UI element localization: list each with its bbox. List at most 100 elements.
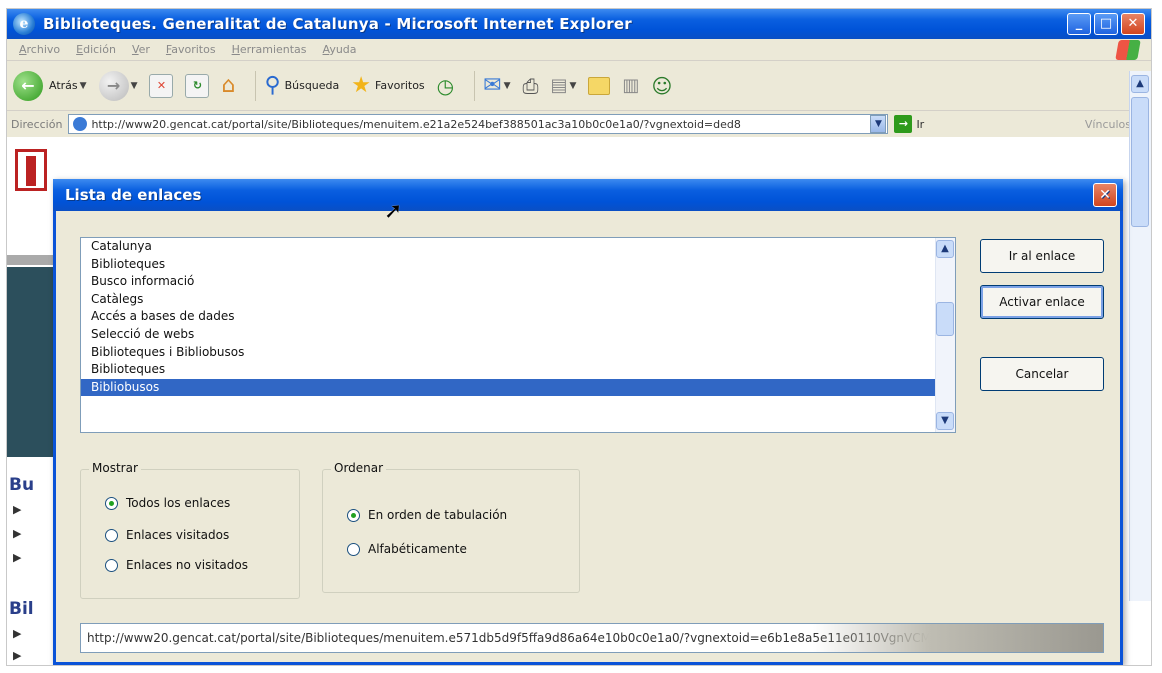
radio-indicator bbox=[105, 496, 118, 510]
history-button[interactable]: ◷ bbox=[437, 74, 454, 98]
search-button[interactable]: ⚲ Búsqueda bbox=[264, 73, 339, 98]
forward-button[interactable]: → ▼ bbox=[98, 70, 138, 101]
address-bar: Dirección http://www20.gencat.cat/portal… bbox=[7, 111, 1151, 137]
maximize-button[interactable]: □ bbox=[1094, 13, 1118, 35]
order-group-label: Ordenar bbox=[331, 461, 387, 475]
radio-unvisited-links[interactable]: Enlaces no visitados bbox=[105, 558, 248, 572]
favorites-star-icon: ★ bbox=[351, 73, 372, 98]
link-list-item[interactable]: Biblioteques i Bibliobusos bbox=[81, 344, 937, 362]
listbox-scroll-up-icon[interactable]: ▲ bbox=[936, 240, 954, 258]
back-arrow-icon: ← bbox=[13, 70, 43, 101]
mail-dropdown-icon: ▼ bbox=[503, 80, 511, 91]
favorites-button[interactable]: ★ Favoritos bbox=[351, 73, 424, 98]
links-list-dialog: Lista de enlaces ✕ ➚ Catalunya Bibliotequ… bbox=[53, 179, 1123, 665]
refresh-button[interactable]: ↻ bbox=[185, 73, 210, 98]
link-list-item[interactable]: Biblioteques bbox=[81, 256, 937, 274]
mail-button[interactable]: ✉ ▼ bbox=[483, 73, 510, 98]
research-button[interactable]: ▥ bbox=[622, 75, 639, 96]
radio-tab-order[interactable]: En orden de tabulación bbox=[347, 508, 507, 522]
menu-herramientas[interactable]: Herramientas bbox=[224, 43, 315, 56]
generalitat-logo bbox=[15, 149, 47, 191]
selected-link-url-field[interactable]: http://www20.gencat.cat/portal/site/Bibl… bbox=[80, 623, 1104, 653]
link-list-item[interactable]: Biblioteques bbox=[81, 361, 937, 379]
go-button[interactable]: Ir bbox=[916, 118, 924, 131]
radio-label: Enlaces visitados bbox=[126, 528, 230, 542]
link-list-item[interactable]: Busco informació bbox=[81, 273, 937, 291]
forward-dropdown-icon: ▼ bbox=[130, 80, 138, 91]
home-icon: ⌂ bbox=[221, 73, 236, 98]
bullet-arrow-icon: ▶ bbox=[13, 527, 22, 540]
address-input[interactable]: http://www20.gencat.cat/portal/site/Bibl… bbox=[68, 114, 889, 134]
forward-arrow-icon: → bbox=[98, 70, 129, 101]
dialog-close-button[interactable]: ✕ bbox=[1093, 183, 1117, 207]
back-label: Atrás bbox=[49, 79, 78, 92]
radio-indicator bbox=[105, 528, 118, 542]
window-close-button[interactable]: ✕ bbox=[1121, 13, 1145, 35]
menu-ver[interactable]: Ver bbox=[124, 43, 158, 56]
back-dropdown-icon: ▼ bbox=[79, 80, 87, 91]
windows-flag-icon bbox=[1115, 40, 1141, 60]
bullet-arrow-icon: ▶ bbox=[13, 627, 22, 640]
address-label: Dirección bbox=[11, 117, 63, 131]
link-list-item[interactable]: Catàlegs bbox=[81, 291, 937, 309]
bullet-arrow-icon: ▶ bbox=[13, 649, 22, 662]
listbox-scroll-thumb[interactable] bbox=[936, 302, 954, 336]
radio-indicator bbox=[347, 542, 360, 556]
address-dropdown-icon[interactable]: ▼ bbox=[870, 115, 887, 133]
history-icon: ◷ bbox=[436, 73, 455, 98]
link-list-item[interactable]: Catalunya bbox=[81, 238, 937, 256]
folder-button[interactable] bbox=[588, 76, 611, 95]
menu-favoritos[interactable]: Favoritos bbox=[158, 43, 224, 56]
radio-indicator bbox=[105, 558, 118, 572]
back-button[interactable]: ← Atrás ▼ bbox=[13, 70, 87, 101]
toolbar-separator bbox=[474, 70, 476, 101]
menu-edicion[interactable]: Edición bbox=[68, 43, 124, 56]
radio-visited-links[interactable]: Enlaces visitados bbox=[105, 528, 229, 542]
ie-logo-icon: e bbox=[13, 13, 35, 35]
ie-title-bar: e Biblioteques. Generalitat de Catalunya… bbox=[7, 9, 1151, 39]
menu-archivo[interactable]: Archivo bbox=[11, 43, 68, 56]
stop-icon: ✕ bbox=[149, 73, 174, 98]
overlay-image bbox=[813, 624, 1103, 652]
menu-ayuda[interactable]: Ayuda bbox=[315, 43, 365, 56]
folder-icon bbox=[588, 76, 611, 95]
edit-icon: ▤ bbox=[550, 75, 568, 96]
edit-button[interactable]: ▤ ▼ bbox=[550, 75, 576, 96]
listbox-scroll-down-icon[interactable]: ▼ bbox=[936, 412, 954, 430]
stop-button[interactable]: ✕ bbox=[149, 73, 174, 98]
home-button[interactable]: ⌂ bbox=[221, 73, 235, 98]
edit-dropdown-icon: ▼ bbox=[569, 80, 577, 91]
link-list-item[interactable]: Bibliobusos bbox=[81, 378, 937, 397]
refresh-icon: ↻ bbox=[185, 73, 210, 98]
listbox-scrollbar[interactable]: ▲ ▼ bbox=[935, 238, 955, 432]
page-scroll-up-icon[interactable]: ▲ bbox=[1131, 75, 1149, 93]
radio-alphabetical[interactable]: Alfabéticamente bbox=[347, 542, 467, 556]
links-toolbar[interactable]: Vínculos bbox=[1085, 118, 1131, 131]
search-icon: ⚲ bbox=[264, 73, 281, 98]
show-group-label: Mostrar bbox=[89, 461, 141, 475]
cancel-button[interactable]: Cancelar bbox=[980, 357, 1104, 391]
radio-label: Alfabéticamente bbox=[368, 542, 467, 556]
link-list-item[interactable]: Selecció de webs bbox=[81, 326, 937, 344]
radio-all-links[interactable]: Todos los enlaces bbox=[105, 496, 230, 510]
toolbar-separator bbox=[255, 70, 257, 101]
links-list: Catalunya Biblioteques Busco informació Cat… bbox=[81, 238, 937, 397]
ie-window-title: Biblioteques. Generalitat de Catalunya -… bbox=[43, 15, 632, 33]
page-scroll-thumb[interactable] bbox=[1131, 97, 1149, 227]
go-to-link-button[interactable]: Ir al enlace bbox=[980, 239, 1104, 273]
radio-label: Enlaces no visitados bbox=[126, 558, 248, 572]
link-list-item[interactable]: Accés a bases de dades bbox=[81, 308, 937, 326]
print-button[interactable]: ⎙ bbox=[522, 74, 538, 98]
links-listbox[interactable]: Catalunya Biblioteques Busco informació Cat… bbox=[80, 237, 956, 433]
messenger-button[interactable]: ☺ bbox=[651, 74, 672, 98]
activate-link-button[interactable]: Activar enlace bbox=[980, 285, 1104, 319]
window-controls: _ □ ✕ bbox=[1067, 13, 1145, 35]
favorites-label: Favoritos bbox=[375, 79, 425, 92]
go-arrow-icon[interactable]: → bbox=[894, 115, 913, 133]
radio-indicator bbox=[347, 508, 360, 522]
messenger-icon: ☺ bbox=[651, 73, 673, 98]
dialog-title-bar: Lista de enlaces ✕ bbox=[53, 179, 1123, 211]
dialog-title: Lista de enlaces bbox=[65, 186, 202, 204]
minimize-button[interactable]: _ bbox=[1067, 13, 1091, 35]
address-url: http://www20.gencat.cat/portal/site/Bibl… bbox=[91, 117, 741, 131]
